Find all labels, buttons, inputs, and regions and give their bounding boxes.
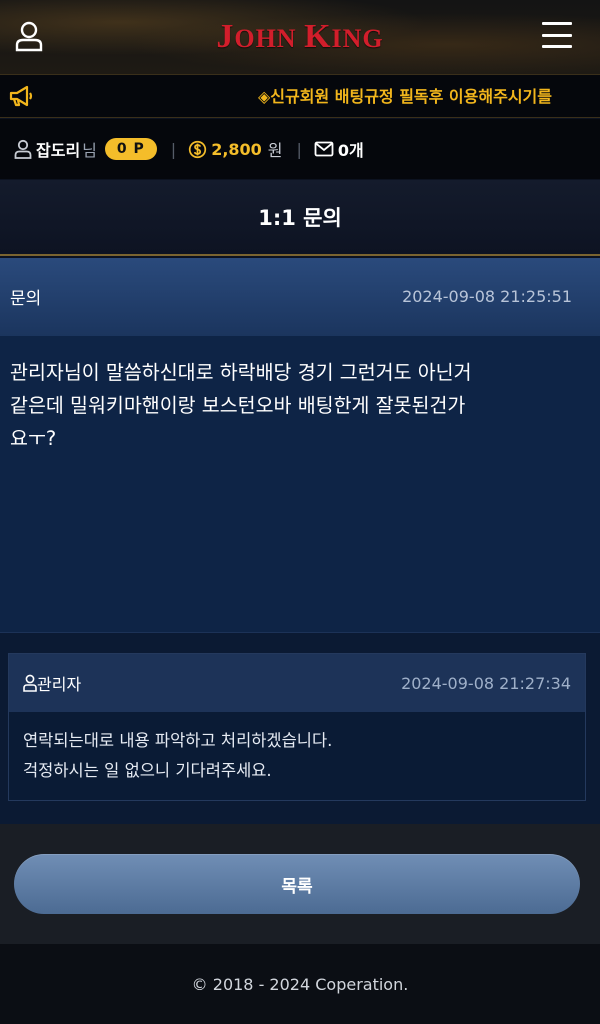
list-button[interactable]: 목록 — [14, 854, 580, 914]
app-header: JOHN KING — [0, 0, 600, 74]
reply-content: 연락되는대로 내용 파악하고 처리하겠습니다. 걱정하시는 일 없으니 기다려주… — [9, 712, 585, 786]
money-amount: 2,800 — [211, 139, 262, 159]
action-area: 목록 — [0, 824, 600, 944]
inquiry-line: 관리자님이 말씀하신대로 하락배당 경기 그런거도 아닌거 — [10, 361, 472, 384]
footer: © 2018 - 2024 Coperation. — [0, 944, 600, 1024]
inquiry-card: 문의 2024-09-08 21:25:51 관리자님이 말씀하신대로 하락배당… — [0, 258, 600, 632]
hamburger-menu-icon[interactable] — [542, 22, 572, 48]
notice-bar: ◈신규회원 배팅규정 필독후 이용해주시기를 — [0, 74, 600, 118]
menu-line — [542, 22, 572, 25]
reply-section: 관리자 2024-09-08 21:27:34 연락되는대로 내용 파악하고 처… — [0, 632, 600, 824]
inquiry-line: 요ㅜ? — [10, 427, 57, 450]
envelope-icon — [314, 141, 334, 157]
inquiry-label: 문의 — [10, 288, 42, 309]
user-info-bar: 잡도리 님 0 P | 2,800 원 | 0개 — [0, 119, 600, 179]
points-badge[interactable]: 0 P — [104, 138, 157, 160]
message-count: 0개 — [337, 141, 364, 160]
divider: | — [170, 139, 177, 159]
messages-group[interactable]: 0개 — [314, 137, 364, 161]
money-unit: 원 — [267, 141, 283, 160]
reply-card: 관리자 2024-09-08 21:27:34 연락되는대로 내용 파악하고 처… — [8, 653, 586, 801]
reply-author-group: 관리자 — [23, 671, 81, 695]
divider: | — [296, 139, 302, 159]
page-title: 1:1 문의 — [258, 206, 342, 230]
notice-ticker-text[interactable]: ◈신규회원 배팅규정 필독후 이용해주시기를 — [258, 75, 552, 117]
user-icon[interactable] — [12, 18, 46, 54]
admin-person-icon — [23, 674, 37, 692]
menu-line — [542, 33, 572, 37]
inquiry-content: 관리자님이 말씀하신대로 하락배당 경기 그런거도 아닌거 같은데 밀워키마핸이… — [0, 336, 600, 455]
inquiry-date: 2024-09-08 21:25:51 — [402, 286, 572, 306]
reply-line: 걱정하시는 일 없으니 기다려주세요. — [23, 761, 272, 780]
username-suffix: 님 — [82, 141, 97, 160]
reply-date: 2024-09-08 21:27:34 — [401, 673, 571, 693]
username: 잡도리 — [36, 141, 81, 160]
money-group[interactable]: 2,800 원 — [188, 137, 283, 161]
inquiry-line: 같은데 밀워키마핸이랑 보스턴오바 배팅한게 잘못된건가 — [10, 394, 466, 417]
megaphone-icon — [0, 75, 44, 117]
copyright-text: © 2018 - 2024 Coperation. — [191, 974, 409, 994]
reply-author: 관리자 — [37, 675, 82, 694]
reply-line: 연락되는대로 내용 파악하고 처리하겠습니다. — [23, 731, 333, 750]
john-king-logo[interactable]: JOHN KING — [216, 18, 383, 56]
menu-line — [542, 45, 572, 48]
reply-header: 관리자 2024-09-08 21:27:34 — [9, 654, 585, 712]
page-title-bar: 1:1 문의 — [0, 180, 600, 256]
inquiry-header: 문의 2024-09-08 21:25:51 — [0, 258, 600, 336]
person-icon — [14, 139, 32, 159]
user-name-group[interactable]: 잡도리 님 — [14, 137, 97, 161]
coin-icon — [189, 140, 207, 158]
